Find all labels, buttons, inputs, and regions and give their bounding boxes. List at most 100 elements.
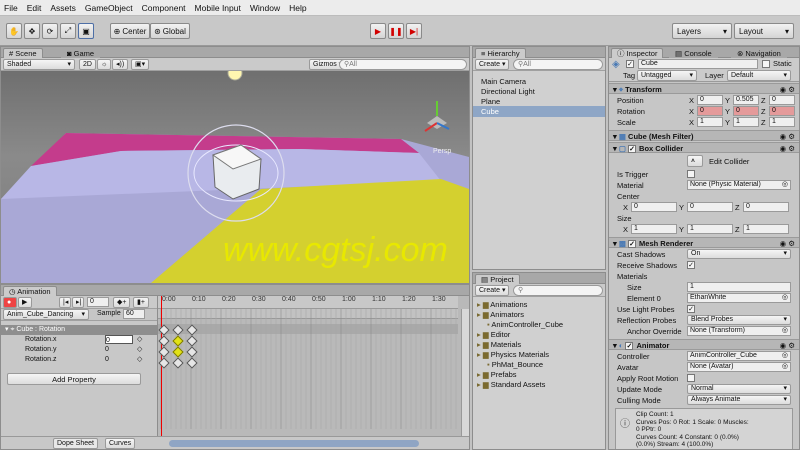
curves-tab[interactable]: Curves [105,438,136,449]
object-picker-icon[interactable]: ◎ [782,294,788,302]
mode-2d-toggle[interactable]: 2D [79,59,96,70]
tag-dropdown[interactable]: Untagged ▾ [637,70,697,81]
lighting-toggle[interactable]: ☼ [97,59,112,70]
keyframe-toggle-icon[interactable]: ◇ [137,335,142,345]
animated-property-row[interactable]: Rotation.z 0 ◇ [1,355,157,365]
rotate-tool-button[interactable]: ⟳ [42,23,58,39]
physic-material-field[interactable]: None (Physic Material) ◎ [687,180,791,190]
property-value-field[interactable]: 0 [105,345,133,355]
size-x-field[interactable]: 1 [631,224,677,234]
scale-y-field[interactable]: 1 [733,117,759,127]
static-checkbox[interactable] [762,60,770,68]
clip-dropdown[interactable]: Anim_Cube_Dancing ▾ [3,309,89,320]
move-tool-button[interactable]: ✥ [24,23,40,39]
frame-field[interactable]: 0 [87,297,109,307]
sample-field[interactable]: 60 [123,309,145,319]
pause-button[interactable]: ❚❚ [388,23,404,39]
menu-item[interactable]: Assets [50,3,76,13]
tab-navigation[interactable]: ⊗ Navigation [731,48,787,58]
tab-animation[interactable]: ◷ Animation [3,286,57,296]
object-picker-icon[interactable]: ◎ [782,327,788,335]
layers-dropdown[interactable]: Layers ▾ [672,23,732,39]
element-0-field[interactable]: EthanWhite ◎ [687,293,791,303]
update-mode-field[interactable]: Normal ▾ [687,384,791,394]
is-trigger-checkbox[interactable] [687,170,695,178]
anim-play-button[interactable]: ▶ [18,297,32,308]
component-enabled-checkbox[interactable]: ✓ [628,240,637,249]
center-z-field[interactable]: 0 [743,202,789,212]
animator-header[interactable]: ▾ ◐ ✓ Animator ◉ ⚙ [609,339,799,351]
position-x-field[interactable]: 0 [697,95,723,105]
use-light-probes-checkbox[interactable]: ✓ [687,305,695,313]
animated-property-row[interactable]: Rotation.x 0 ◇ [1,335,157,345]
scale-x-field[interactable]: 1 [697,117,723,127]
scene-search-input[interactable]: ⚲All [339,59,467,70]
next-key-button[interactable]: ▸| [72,297,84,308]
tab-project[interactable]: ▤ Project [475,274,520,284]
project-create-dropdown[interactable]: Create ▾ [475,285,510,296]
layout-dropdown[interactable]: Layout ▾ [734,23,794,39]
materials-size-field[interactable]: 1 [687,282,791,292]
menu-item[interactable]: Edit [27,3,42,13]
rotation-y-field[interactable]: 0 [733,106,759,116]
animated-property-row[interactable]: Rotation.y 0 ◇ [1,345,157,355]
timeline-horizontal-scrollbar[interactable] [157,436,469,449]
shading-mode-dropdown[interactable]: Shaded ▾ [3,59,75,70]
mesh-filter-header[interactable]: ▾ ▦ Cube (Mesh Filter) ◉ ⚙ [609,130,799,141]
reflection-probes-field[interactable]: Blend Probes ▾ [687,315,791,325]
add-property-button[interactable]: Add Property [7,373,141,385]
menu-item[interactable]: Component [142,3,186,13]
active-checkbox[interactable]: ✓ [626,60,634,68]
culling-mode-field[interactable]: Always Animate ▾ [687,395,791,405]
project-search-input[interactable]: ⚲ [513,285,603,296]
pivot-center-button[interactable]: ⊕ Center [110,23,150,39]
timeline-area[interactable]: 0:00 0:10 0:20 0:30 0:40 0:50 1:00 1:10 1:20 1:30 [157,296,469,436]
component-settings-icon[interactable]: ◉ ⚙ [780,238,795,249]
scale-z-field[interactable]: 1 [769,117,795,127]
scene-viewport[interactable]: Persp www.cgtsj.com [1,71,469,283]
object-name-field[interactable]: Cube [638,59,758,69]
menu-item[interactable]: Window [250,3,280,13]
object-picker-icon[interactable]: ◎ [782,363,788,371]
menu-item[interactable]: File [4,3,18,13]
cast-shadows-field[interactable]: On ▾ [687,249,791,259]
tab-game[interactable]: ◙ Game [61,48,101,58]
box-collider-header[interactable]: ▾ ▢ ✓ Box Collider ◉ ⚙ [609,142,799,154]
controller-field[interactable]: AnimController_Cube ◎ [687,351,791,361]
center-y-field[interactable]: 0 [687,202,733,212]
transform-header[interactable]: ▾ ⌖ Transform ◉ ⚙ [609,83,799,94]
edit-collider-button[interactable]: ⩚ [687,155,703,167]
tab-inspector[interactable]: ⓘ Inspector [611,48,664,58]
component-enabled-checkbox[interactable]: ✓ [628,145,637,154]
prev-key-button[interactable]: |◂ [59,297,71,308]
position-y-field[interactable]: 0.505 [733,95,759,105]
anchor-override-field[interactable]: None (Transform) ◎ [687,326,791,336]
keyframe-toggle-icon[interactable]: ◇ [137,355,142,365]
tab-scene[interactable]: # Scene [3,48,43,58]
property-value-field[interactable]: 0 [105,335,133,344]
add-keyframe-button[interactable]: ◆+ [113,297,131,308]
component-settings-icon[interactable]: ◉ ⚙ [780,84,795,95]
receive-shadows-checkbox[interactable]: ✓ [687,261,695,269]
position-z-field[interactable]: 0 [769,95,795,105]
object-picker-icon[interactable]: ◎ [782,181,788,189]
play-button[interactable]: ▶ [370,23,386,39]
menu-item[interactable]: GameObject [85,3,133,13]
dope-sheet-tab[interactable]: Dope Sheet [53,438,98,449]
hierarchy-search-input[interactable]: ⚲All [513,59,603,70]
menu-item[interactable]: Help [289,3,306,13]
hand-tool-button[interactable]: ✋ [6,23,22,39]
tab-hierarchy[interactable]: ≡ Hierarchy [475,48,526,58]
rotation-z-field[interactable]: 0 [769,106,795,116]
component-settings-icon[interactable]: ◉ ⚙ [780,131,795,142]
mesh-renderer-header[interactable]: ▾ ▩ ✓ Mesh Renderer ◉ ⚙ [609,237,799,249]
object-picker-icon[interactable]: ◎ [782,352,788,360]
project-item[interactable]: ▸ ▆ Standard Assets [473,379,605,390]
rotation-x-field[interactable]: 0 [697,106,723,116]
size-y-field[interactable]: 1 [687,224,733,234]
record-button[interactable]: ● [3,297,17,308]
add-event-button[interactable]: ▮+ [133,297,149,308]
timeline-ruler[interactable]: 0:00 0:10 0:20 0:30 0:40 0:50 1:00 1:10 1:20 1:30 [158,296,458,309]
effects-toggle[interactable]: ▣▾ [131,59,150,70]
size-z-field[interactable]: 1 [743,224,789,234]
